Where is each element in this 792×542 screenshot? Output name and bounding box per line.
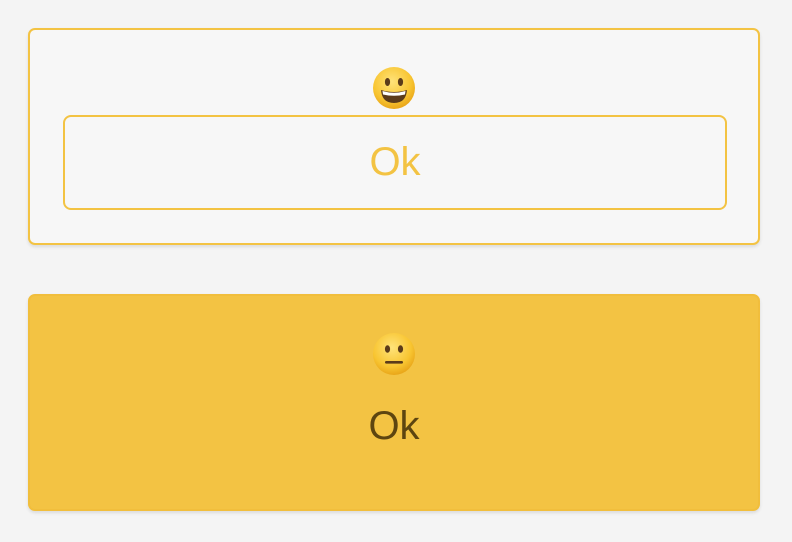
grinning-face-icon [372, 66, 416, 110]
filled-card[interactable]: Ok [28, 294, 760, 511]
outline-card: Ok [28, 28, 760, 245]
ok-button-label[interactable]: Ok [30, 404, 758, 449]
neutral-face-icon [372, 332, 416, 376]
ok-button[interactable]: Ok [63, 115, 727, 210]
